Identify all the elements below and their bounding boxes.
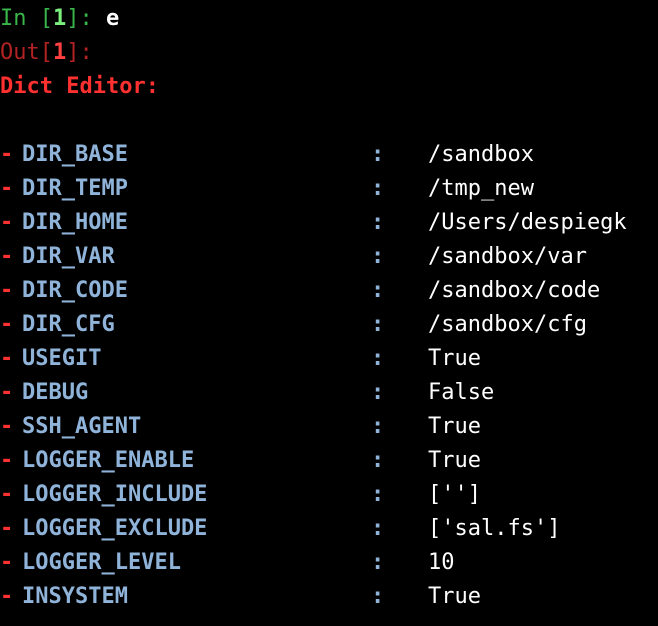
dict-entry-row: - DIR_CODE: /sandbox/code (0, 274, 658, 308)
entry-key: USEGIT (22, 346, 102, 371)
entry-value: 10 (428, 550, 455, 575)
input-prompt-close: ]: (66, 6, 106, 31)
entry-key: LOGGER_EXCLUDE (22, 516, 208, 541)
entry-value: ['sal.fs'] (428, 516, 561, 541)
entry-value: True (428, 346, 481, 371)
bullet-dash: - (0, 516, 14, 541)
dict-entry-row: - DIR_HOME: /Users/despiegk (0, 206, 658, 240)
entry-separator: : (371, 448, 385, 473)
bullet-dash: - (0, 312, 14, 337)
command-text: e (105, 6, 120, 31)
dict-entry-row: - LOGGER_EXCLUDE: ['sal.fs'] (0, 512, 658, 546)
bullet-dash: - (0, 142, 14, 167)
entry-value: True (428, 414, 481, 439)
entry-value: False (428, 380, 495, 405)
input-prompt-number: 1 (52, 6, 67, 31)
entry-value: /tmp_new (428, 176, 534, 201)
bullet-dash: - (0, 584, 14, 609)
entry-key: LOGGER_LEVEL (22, 550, 181, 575)
dict-entry-row: - LOGGER_LEVEL: 10 (0, 546, 658, 580)
entry-separator: : (371, 278, 385, 303)
entry-value: /sandbox/var (428, 244, 587, 269)
bullet-dash: - (0, 550, 14, 575)
entry-separator: : (371, 312, 385, 337)
entry-separator: : (371, 584, 385, 609)
entry-separator: : (371, 380, 385, 405)
entry-separator: : (371, 176, 385, 201)
dict-entries: - DIR_BASE:/sandbox - DIR_TEMP:/tmp_new - DIR… (0, 138, 658, 614)
entry-key: DIR_BASE (22, 142, 128, 167)
bullet-dash: - (0, 380, 14, 405)
bullet-dash: - (0, 482, 14, 507)
entry-key: SSH_AGENT (22, 414, 142, 439)
entry-separator: : (371, 516, 385, 541)
dict-entry-row: - LOGGER_INCLUDE: [''] (0, 478, 658, 512)
entry-key: DIR_VAR (22, 244, 115, 269)
entry-value: /sandbox/code (428, 278, 601, 303)
terminal-output: In [1]: e Out[1]: Dict Editor: - DIR_BASE… (0, 2, 658, 614)
bullet-dash: - (0, 414, 14, 439)
entry-value: /sandbox/cfg (428, 312, 587, 337)
input-prompt: In [1]: (0, 6, 106, 31)
dict-entry-row: - INSYSTEM: True (0, 580, 658, 614)
dict-editor-title: Dict Editor: (0, 74, 159, 99)
entry-key: LOGGER_ENABLE (22, 448, 195, 473)
entry-value: [''] (428, 482, 481, 507)
bullet-dash: - (0, 346, 14, 371)
entry-value: True (428, 584, 481, 609)
entry-separator: : (371, 482, 385, 507)
entry-key: DEBUG (22, 380, 89, 405)
output-prompt-close: ]: (66, 40, 93, 65)
dict-entry-row: - USEGIT: True (0, 342, 658, 376)
dict-entry-row: - LOGGER_ENABLE: True (0, 444, 658, 478)
entry-value: True (428, 448, 481, 473)
entry-key: DIR_HOME (22, 210, 128, 235)
entry-key: DIR_TEMP (22, 176, 128, 201)
entry-key: INSYSTEM (22, 584, 128, 609)
entry-separator: : (371, 142, 385, 167)
bullet-dash: - (0, 210, 14, 235)
dict-entry-row: - DIR_VAR: /sandbox/var (0, 240, 658, 274)
input-prompt-line: In [1]: e (0, 2, 658, 36)
entry-value: /Users/despiegk (428, 210, 627, 235)
output-prompt: Out[1]: (0, 40, 93, 65)
dict-entry-row: - DIR_TEMP: /tmp_new (0, 172, 658, 206)
entry-key: LOGGER_INCLUDE (22, 482, 208, 507)
dict-entry-row: - DIR_BASE: /sandbox (0, 138, 658, 172)
output-prompt-line: Out[1]: (0, 36, 658, 70)
bullet-dash: - (0, 176, 14, 201)
bullet-dash: - (0, 278, 14, 303)
dict-entry-row: - DIR_CFG: /sandbox/cfg (0, 308, 658, 342)
entry-separator: : (371, 414, 385, 439)
entry-separator: : (371, 210, 385, 235)
bullet-dash: - (0, 448, 14, 473)
dict-entry-row: - DEBUG: False (0, 376, 658, 410)
entry-key: DIR_CFG (22, 312, 115, 337)
entry-key: DIR_CODE (22, 278, 128, 303)
output-prompt-label: Out[ (0, 40, 53, 65)
entry-separator: : (371, 244, 385, 269)
entry-separator: : (371, 346, 385, 371)
output-prompt-number: 1 (52, 40, 67, 65)
input-prompt-label: In [ (0, 6, 53, 31)
bullet-dash: - (0, 244, 14, 269)
entry-separator: : (371, 550, 385, 575)
dict-entry-row: - SSH_AGENT: True (0, 410, 658, 444)
entry-value: /sandbox (428, 142, 534, 167)
